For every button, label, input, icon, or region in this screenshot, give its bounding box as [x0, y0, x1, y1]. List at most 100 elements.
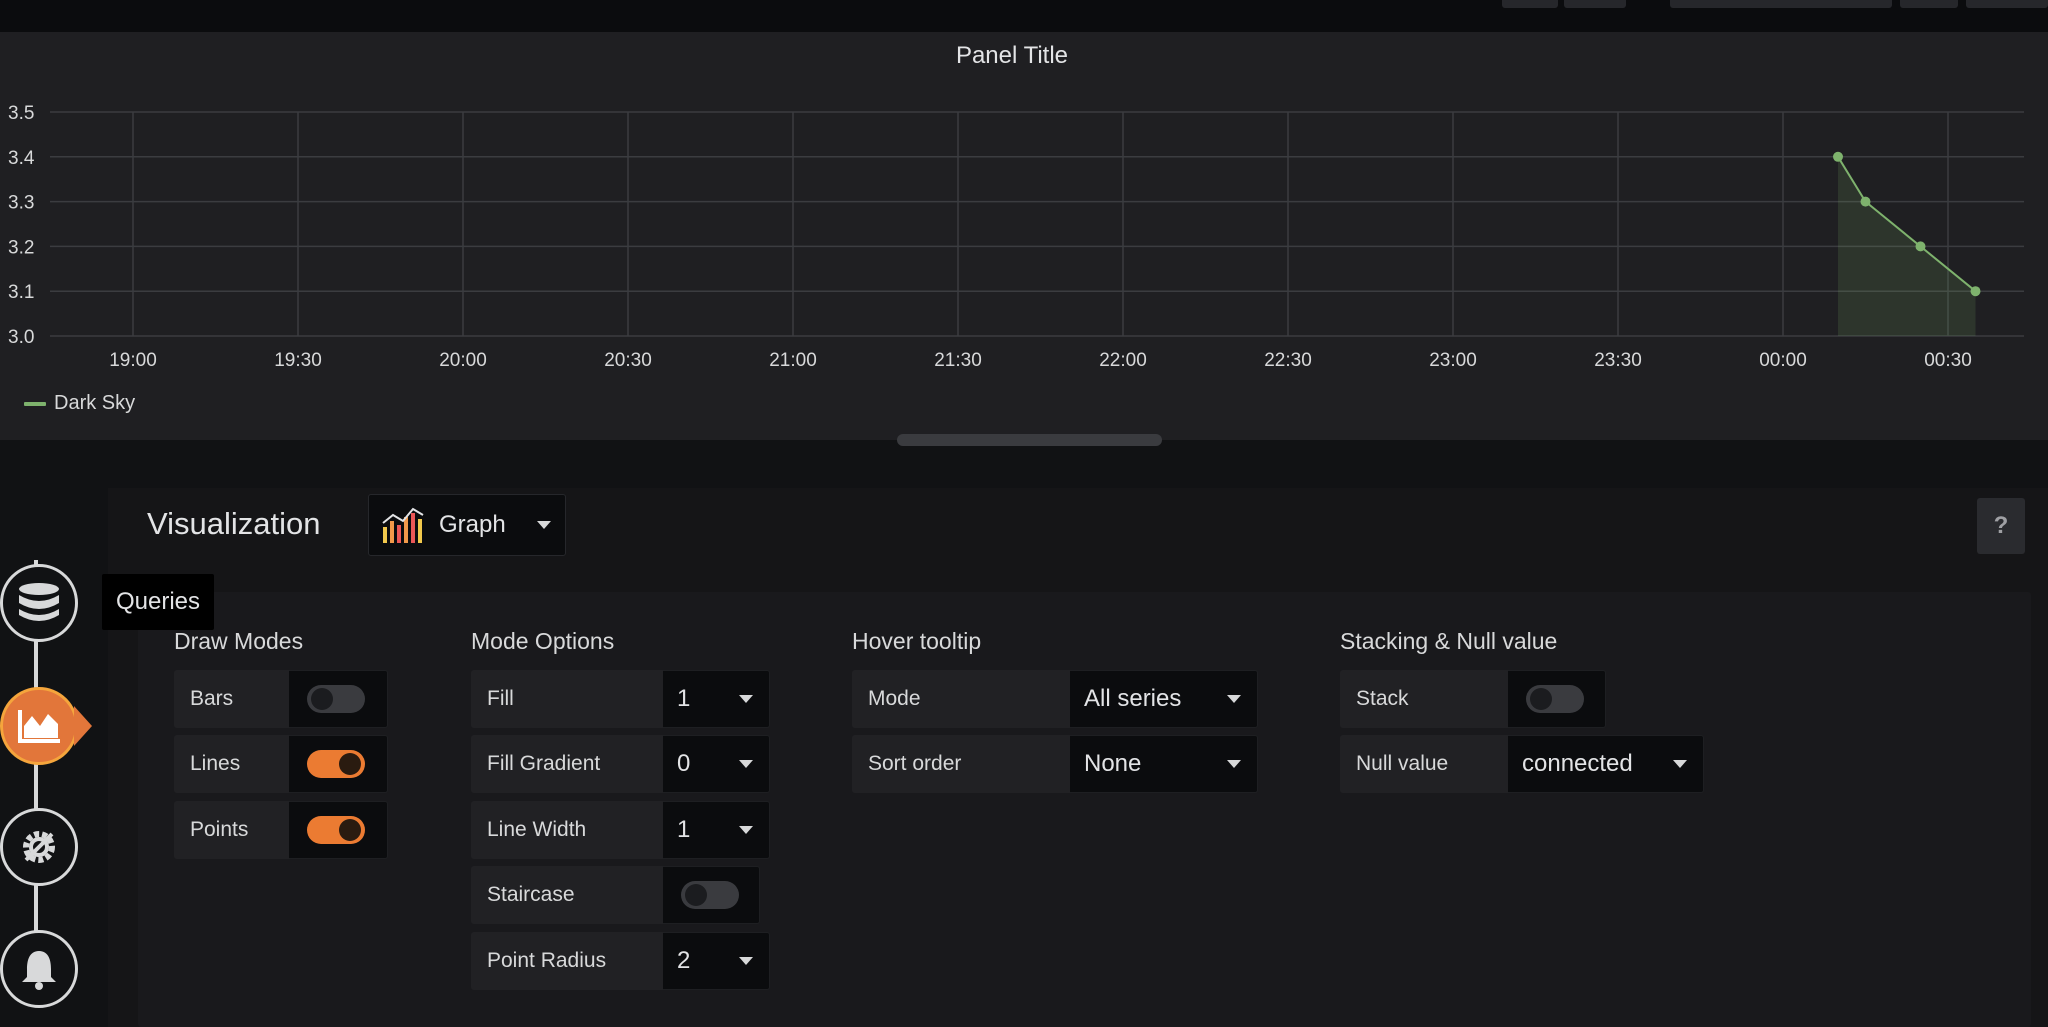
y-tick-label: 3.1	[8, 282, 34, 303]
series-point	[1833, 151, 1843, 162]
visualization-nav-button[interactable]	[0, 687, 78, 765]
staircase-label: Staircase	[471, 866, 663, 924]
visualization-heading: Visualization	[147, 506, 321, 541]
bars-toggle[interactable]	[307, 685, 365, 713]
line-width-label: Line Width	[471, 801, 663, 859]
panel-resize-handle[interactable]	[897, 434, 1162, 446]
x-tick-label: 00:30	[1924, 350, 1972, 371]
y-tick-label: 3.5	[8, 103, 34, 124]
series-point	[1915, 241, 1926, 252]
x-tick-label: 22:30	[1264, 350, 1312, 371]
gear-icon	[23, 831, 55, 863]
toolbar-button[interactable]	[1502, 0, 1558, 8]
point-radius-select[interactable]: 2	[663, 932, 770, 990]
chart-grid	[50, 111, 2024, 337]
graph-type-icon	[382, 507, 424, 543]
chart-icon	[18, 710, 60, 743]
staircase-toggle[interactable]	[681, 881, 739, 909]
points-toggle[interactable]	[307, 816, 365, 844]
queries-nav-button[interactable]	[0, 564, 78, 642]
null-value-select[interactable]: connected	[1508, 735, 1704, 793]
legend-label: Dark Sky	[54, 392, 136, 414]
sort-order-select[interactable]: None	[1070, 735, 1258, 793]
line-width-select[interactable]: 1	[663, 801, 770, 859]
legend-swatch	[24, 401, 46, 406]
toolbar-button[interactable]	[1900, 0, 1958, 8]
x-tick-label: 20:30	[604, 350, 652, 371]
fill-select[interactable]: 1	[663, 670, 770, 728]
active-nav-indicator	[74, 706, 92, 746]
alert-nav-button[interactable]	[0, 930, 78, 1008]
series-dark-sky	[1833, 151, 1981, 336]
y-tick-label: 3.0	[8, 327, 34, 348]
fill-gradient-row: Fill Gradient 0	[471, 735, 770, 793]
points-row: Points	[174, 801, 388, 859]
tooltip-mode-row: Mode All series	[852, 670, 1258, 728]
mode-options-heading: Mode Options	[471, 628, 615, 654]
general-nav-button[interactable]	[0, 808, 78, 886]
y-tick-label: 3.4	[8, 148, 35, 169]
options-area	[138, 592, 2031, 1027]
queries-tooltip: Queries	[102, 574, 214, 630]
visualization-picker[interactable]: Graph	[368, 494, 566, 556]
x-tick-label: 21:30	[934, 350, 982, 371]
point-radius-label: Point Radius	[471, 932, 663, 990]
chevron-down-icon	[537, 521, 551, 529]
null-value-label: Null value	[1340, 735, 1508, 793]
fill-row: Fill 1	[471, 670, 770, 728]
chevron-down-icon	[1227, 760, 1241, 768]
y-tick-label: 3.2	[8, 237, 34, 258]
stack-label: Stack	[1340, 670, 1508, 728]
x-tick-label: 20:00	[439, 350, 487, 371]
graph-chart[interactable]: 3.0 3.1 3.2 3.3 3.4 3.5 19:00 19:30 20:00 20:30 2…	[0, 32, 2048, 440]
fill-gradient-select[interactable]: 0	[663, 735, 770, 793]
database-icon	[19, 583, 59, 621]
chevron-down-icon	[1227, 695, 1241, 703]
stack-row: Stack	[1340, 670, 1606, 728]
tooltip-mode-label: Mode	[852, 670, 1070, 728]
tooltip-mode-select[interactable]: All series	[1070, 670, 1258, 728]
fill-gradient-label: Fill Gradient	[471, 735, 663, 793]
help-button[interactable]: ?	[1977, 498, 2025, 554]
x-tick-label: 22:00	[1099, 350, 1147, 371]
sort-order-row: Sort order None	[852, 735, 1258, 793]
x-axis-ticks: 19:00 19:30 20:00 20:30 21:00 21:30 22:00 22:30…	[109, 350, 1972, 371]
x-tick-label: 21:00	[769, 350, 817, 371]
toolbar-button[interactable]	[1564, 0, 1626, 8]
lines-label: Lines	[174, 735, 289, 793]
null-value-row: Null value connected	[1340, 735, 1704, 793]
series-point	[1860, 196, 1871, 207]
legend-item[interactable]: Dark Sky	[24, 392, 135, 415]
fill-label: Fill	[471, 670, 663, 728]
points-label: Points	[174, 801, 289, 859]
x-tick-label: 23:00	[1429, 350, 1477, 371]
chevron-down-icon	[739, 957, 753, 965]
bell-icon	[22, 951, 56, 990]
series-point	[1970, 286, 1981, 297]
lines-row: Lines	[174, 735, 388, 793]
chevron-down-icon	[739, 760, 753, 768]
bars-label: Bars	[174, 670, 289, 728]
chevron-down-icon	[739, 695, 753, 703]
bars-row: Bars	[174, 670, 388, 728]
top-bar	[0, 0, 2048, 32]
stack-toggle[interactable]	[1526, 685, 1584, 713]
line-width-row: Line Width 1	[471, 801, 770, 859]
stacking-heading: Stacking & Null value	[1340, 628, 1558, 654]
y-axis-ticks: 3.0 3.1 3.2 3.3 3.4 3.5	[8, 103, 35, 348]
time-picker[interactable]	[1670, 0, 1892, 8]
sort-order-label: Sort order	[852, 735, 1070, 793]
toolbar-button[interactable]	[1966, 0, 2048, 8]
x-tick-label: 00:00	[1759, 350, 1807, 371]
graph-panel: Panel Title 3.0 3.1 3.2 3.3 3.4 3.5 19:00 19:3…	[0, 32, 2048, 440]
x-tick-label: 19:00	[109, 350, 157, 371]
x-tick-label: 19:30	[274, 350, 322, 371]
point-radius-row: Point Radius 2	[471, 932, 770, 990]
y-tick-label: 3.3	[8, 193, 34, 214]
hover-tooltip-heading: Hover tooltip	[852, 628, 982, 654]
chevron-down-icon	[1673, 760, 1687, 768]
visualization-value: Graph	[439, 511, 506, 538]
lines-toggle[interactable]	[307, 750, 365, 778]
staircase-row: Staircase	[471, 866, 760, 924]
x-tick-label: 23:30	[1594, 350, 1642, 371]
